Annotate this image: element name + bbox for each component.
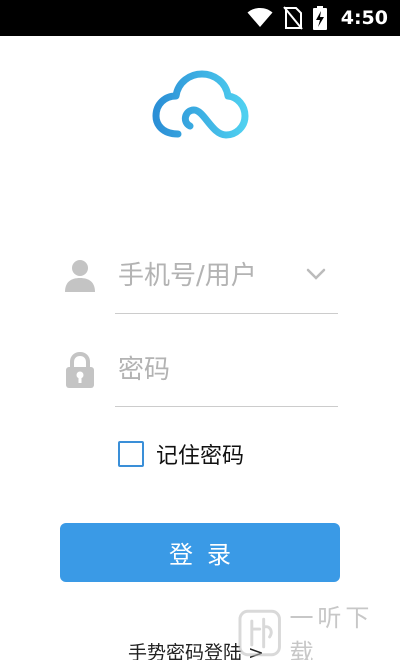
battery-charging-icon: [312, 6, 327, 30]
app-logo: [148, 56, 252, 160]
status-icons: 4:50: [247, 6, 388, 30]
cloud-logo-icon: [152, 70, 249, 139]
lock-icon: [66, 351, 94, 388]
username-input[interactable]: [118, 252, 298, 300]
password-input[interactable]: [118, 346, 338, 394]
watermark: 一听下载: [238, 604, 400, 660]
user-icon: [65, 260, 95, 292]
remember-password-label: 记住密码: [156, 444, 245, 469]
remember-password[interactable]: 记住密码: [118, 438, 244, 470]
username-row: [0, 246, 400, 316]
watermark-text: 一听下载: [289, 604, 374, 660]
remember-password-checkbox[interactable]: [118, 441, 144, 467]
password-underline: [115, 406, 338, 407]
status-time: 4:50: [340, 7, 388, 29]
login-button[interactable]: 登录: [60, 523, 340, 582]
wifi-icon: [247, 8, 273, 27]
watermark-logo-icon: [238, 609, 281, 657]
no-sim-icon: [282, 6, 303, 30]
username-underline: [115, 313, 338, 314]
status-bar: 4:50: [0, 0, 400, 36]
chevron-down-icon[interactable]: [302, 264, 330, 284]
password-row: [0, 342, 400, 408]
